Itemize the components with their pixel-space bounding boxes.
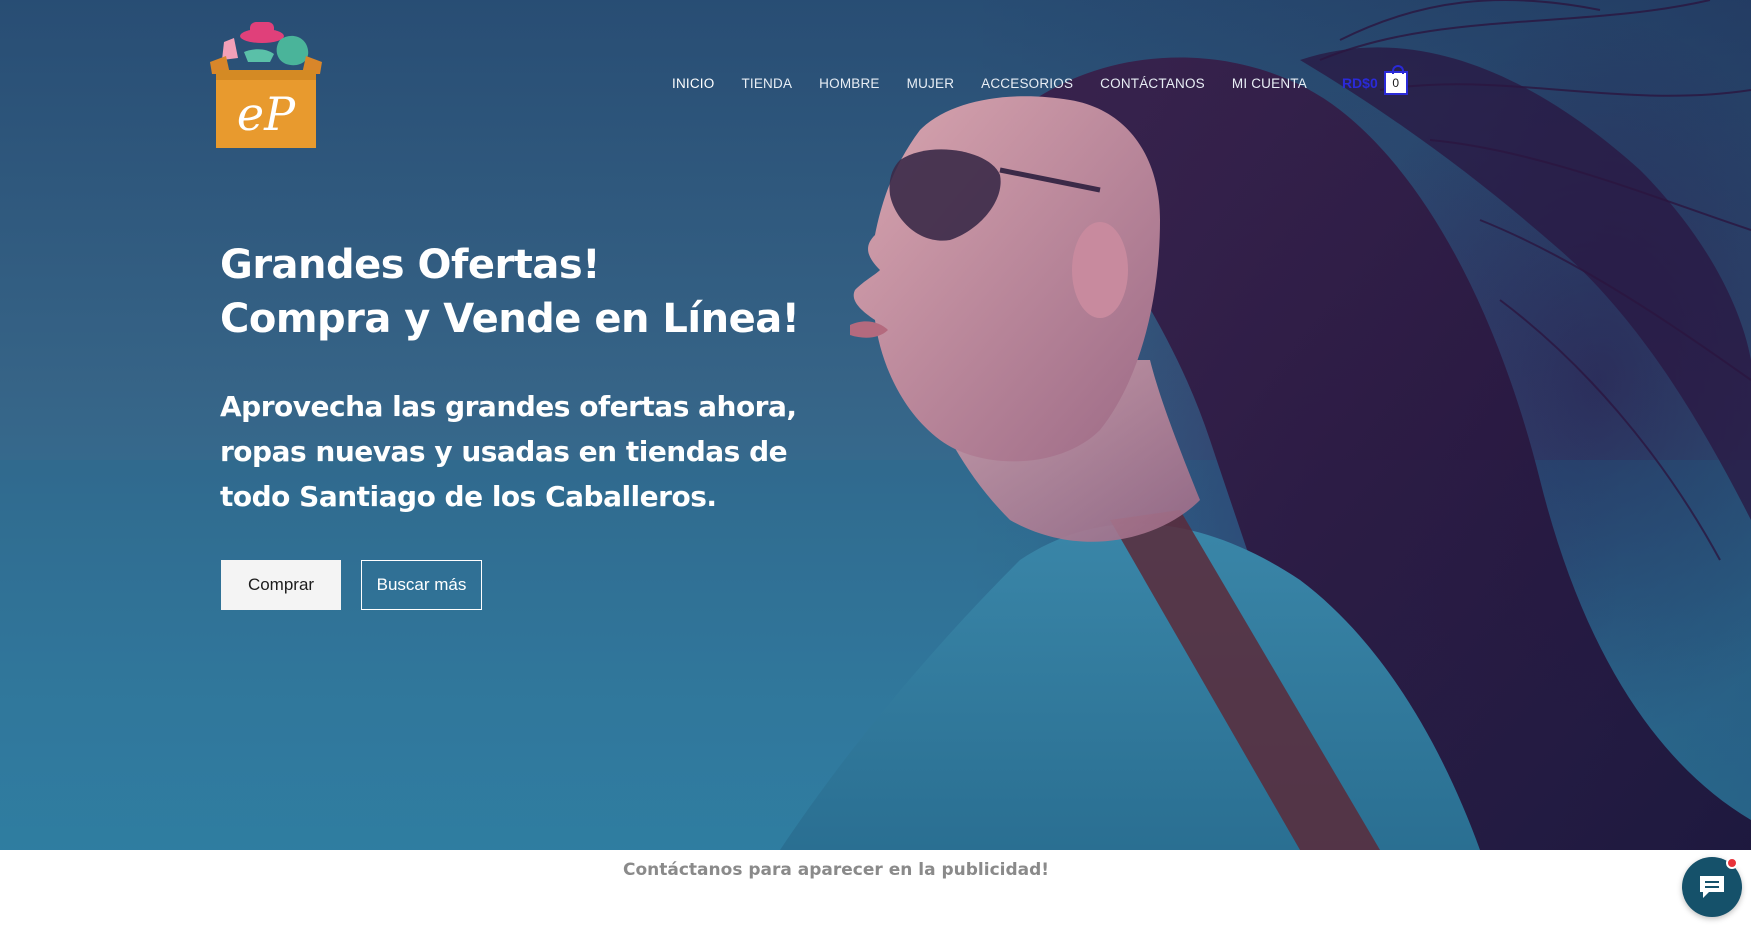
buscar-mas-button[interactable]: Buscar más — [361, 560, 482, 610]
cart-icon[interactable]: 0 — [1383, 65, 1408, 95]
svg-text:eP: eP — [237, 87, 296, 141]
nav-item-hombre[interactable]: HOMBRE — [819, 76, 879, 91]
hero-headline: Grandes Ofertas! Compra y Vende en Línea… — [220, 238, 800, 346]
chat-bubble-icon — [1700, 876, 1724, 898]
hero-subtext: Aprovecha las grandes ofertas ahora, rop… — [220, 390, 797, 513]
cart-total[interactable]: RD$0 — [1342, 75, 1378, 91]
notification-dot — [1726, 857, 1738, 869]
nav-item-accesorios[interactable]: ACCESORIOS — [981, 76, 1073, 91]
main-nav: INICIO TIENDA HOMBRE MUJER ACCESORIOS CO… — [672, 65, 1408, 95]
comprar-button[interactable]: Comprar — [221, 560, 341, 610]
nav-item-contactanos[interactable]: CONTÁCTANOS — [1100, 76, 1205, 91]
nav-item-tienda[interactable]: TIENDA — [741, 76, 792, 91]
nav-item-mujer[interactable]: MUJER — [907, 76, 955, 91]
cart-count: 0 — [1392, 76, 1400, 90]
headline-line-1: Grandes Ofertas! — [220, 242, 600, 288]
nav-item-mi-cuenta[interactable]: MI CUENTA — [1232, 76, 1307, 91]
nav-item-inicio[interactable]: INICIO — [672, 76, 714, 91]
hero-woman-image — [780, 0, 1751, 850]
headline-line-2: Compra y Vende en Línea! — [220, 296, 800, 342]
promo-text[interactable]: Contáctanos para aparecer en la publicid… — [623, 860, 1049, 880]
logo-image[interactable]: eP — [210, 12, 322, 152]
